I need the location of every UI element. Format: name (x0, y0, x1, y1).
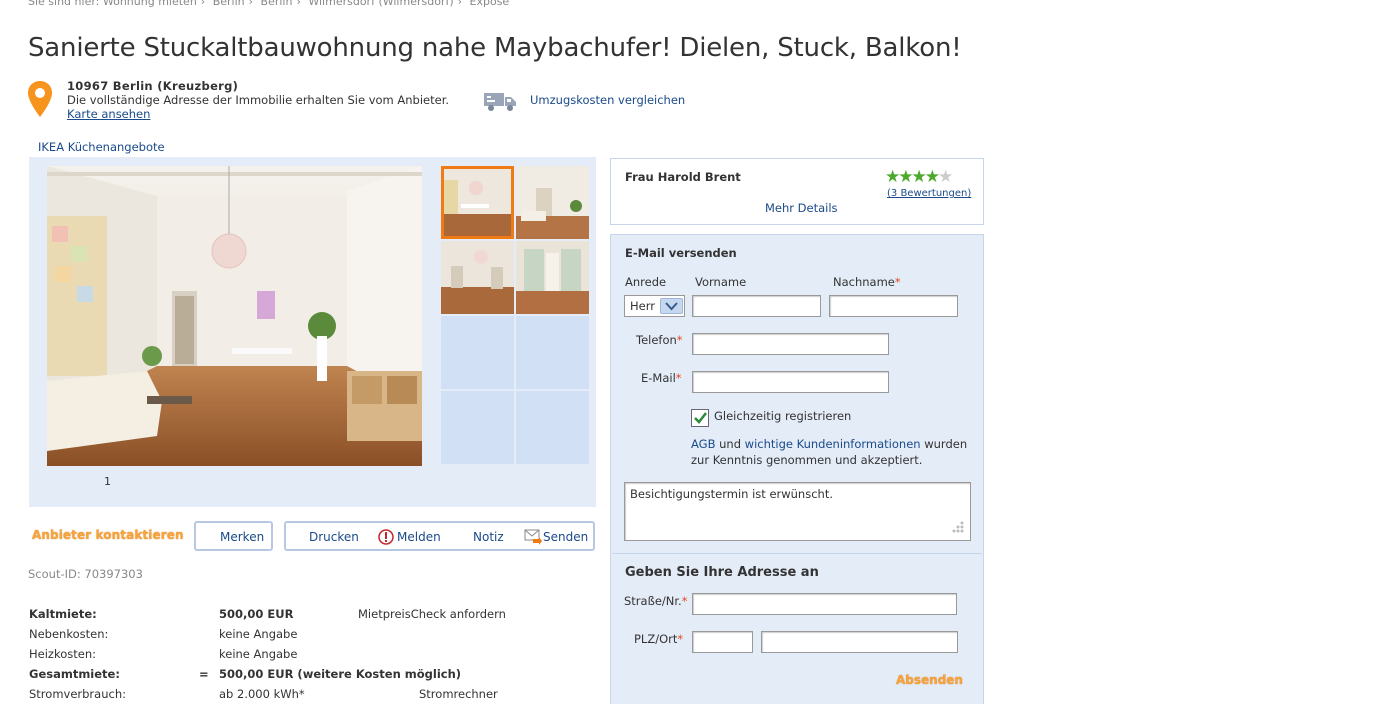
breadcrumb-prefix: Sie sind hier: (28, 0, 100, 8)
chevron-down-icon (665, 302, 678, 311)
address-heading: Geben Sie Ihre Adresse an (625, 565, 819, 580)
thumbnail-3[interactable] (441, 241, 514, 314)
send-button[interactable]: Senden (543, 530, 588, 544)
register-checkbox[interactable] (691, 409, 709, 427)
scout-id: Scout-ID: 70397303 (28, 567, 143, 581)
resize-handle-icon[interactable] (948, 519, 966, 537)
register-label: Gleichzeitig registrieren (714, 409, 852, 423)
email-form-heading: E-Mail versenden (625, 246, 737, 260)
print-button[interactable]: Drucken (309, 530, 359, 544)
cost-label: Gesamtmiete: (29, 667, 120, 681)
remember-label: Merken (220, 530, 265, 544)
salutation-select[interactable]: Herr (624, 295, 685, 317)
main-photo[interactable] (47, 166, 422, 466)
thumbnail-empty (516, 316, 589, 389)
email-field[interactable] (692, 371, 889, 393)
cost-value: keine Angabe (219, 647, 298, 661)
rating-stars: ★★★★★ (885, 167, 953, 187)
note-button[interactable]: Notiz (473, 530, 504, 544)
report-button[interactable]: Melden (397, 530, 441, 544)
warning-icon (378, 529, 394, 545)
thumbnail-empty (516, 391, 589, 464)
cost-value: 500,00 EUR (219, 607, 294, 621)
breadcrumb-item[interactable]: Wilmersdorf (Wilmersdorf) (308, 0, 453, 8)
star-icon: ★ (911, 167, 927, 187)
lastname-label: Nachname* (833, 275, 901, 289)
dropdown-button[interactable] (660, 298, 683, 314)
breadcrumb: Sie sind hier: Wohnung mieten › Berlin › B… (28, 0, 509, 8)
message-textarea[interactable]: Besichtigungstermin ist erwünscht. (624, 482, 971, 541)
thumbnail-1[interactable] (441, 166, 514, 239)
page-title: Sanierte Stuckaltbauwohnung nahe Maybach… (28, 33, 962, 63)
moving-costs-link[interactable]: Umzugskosten vergleichen (530, 93, 685, 107)
cost-equals: = (199, 667, 209, 681)
agb-link[interactable]: AGB (691, 437, 715, 451)
email-label: E-Mail* (641, 371, 682, 385)
more-details-link[interactable]: Mehr Details (765, 201, 838, 215)
divider (612, 553, 982, 554)
terms-text: AGB und wichtige Kundeninformationen wur… (691, 436, 967, 468)
ratings-link[interactable]: (3 Bewertungen) (887, 188, 971, 199)
cost-label: Heizkosten: (29, 647, 96, 661)
cost-label: Nebenkosten: (29, 627, 109, 641)
cost-label: Stromverbrauch: (29, 687, 126, 701)
action-toolbar: Drucken Melden Notiz Senden (284, 521, 595, 551)
location-pin-icon (28, 81, 52, 117)
thumbnail-empty (441, 316, 514, 389)
contact-provider-link[interactable]: Anbieter kontaktieren (32, 528, 184, 542)
price-check-link[interactable]: MietpreisCheck anfordern (358, 607, 506, 621)
image-counter: 1 (104, 475, 111, 488)
star-icon: ★ (898, 167, 913, 187)
ikea-kitchen-link[interactable]: IKEA Küchenangebote (38, 140, 165, 154)
terms-and: und (719, 437, 742, 451)
remember-button[interactable]: Merken (194, 521, 273, 551)
street-label: Straße/Nr.* (624, 594, 688, 608)
salutation-label: Anrede (625, 275, 667, 289)
map-link[interactable]: Karte ansehen (67, 107, 150, 121)
power-calculator-link[interactable]: Stromrechner (419, 687, 498, 701)
customer-info-link[interactable]: wichtige Kundeninformationen (745, 437, 921, 451)
breadcrumb-item[interactable]: Berlin (261, 0, 293, 8)
terms-rest: wurden (924, 437, 968, 451)
phone-label: Telefon* (636, 333, 683, 347)
firstname-label: Vorname (695, 275, 747, 289)
city-field[interactable] (761, 631, 958, 653)
thumbnail-empty (441, 391, 514, 464)
firstname-field[interactable] (692, 295, 821, 317)
city-label: PLZ/Ort* (634, 632, 684, 646)
cost-value: keine Angabe (219, 627, 298, 641)
cost-label: Kaltmiete: (29, 607, 97, 621)
salutation-value: Herr (630, 299, 655, 313)
submit-button[interactable]: Absenden (896, 673, 963, 687)
star-icon: ★ (938, 167, 953, 187)
agent-name: Frau Harold Brent (625, 170, 741, 184)
star-icon: ★ (924, 167, 940, 187)
street-field[interactable] (692, 593, 957, 615)
lastname-field[interactable] (829, 295, 958, 317)
breadcrumb-item[interactable]: Wohnung mieten (103, 0, 197, 8)
send-mail-icon (524, 529, 542, 545)
address-note: Die vollständige Adresse der Immobilie e… (67, 93, 450, 107)
thumbnail-4[interactable] (516, 241, 589, 314)
terms-rest: zur Kenntnis genommen und akzeptiert. (691, 453, 923, 467)
message-text: Besichtigungstermin ist erwünscht. (630, 487, 833, 501)
cost-value: 500,00 EUR (weitere Kosten möglich) (219, 667, 462, 681)
zip-field[interactable] (692, 631, 753, 653)
moving-truck-icon (484, 93, 516, 111)
breadcrumb-current: Exposé (469, 0, 510, 8)
phone-field[interactable] (692, 333, 889, 355)
address-zip-city: 10967 Berlin (Kreuzberg) (67, 79, 239, 93)
checkmark-icon (694, 412, 707, 424)
cost-value: ab 2.000 kWh* (219, 687, 305, 701)
thumbnail-2[interactable] (516, 166, 589, 239)
star-icon: ★ (885, 167, 900, 187)
breadcrumb-item[interactable]: Berlin (213, 0, 245, 8)
